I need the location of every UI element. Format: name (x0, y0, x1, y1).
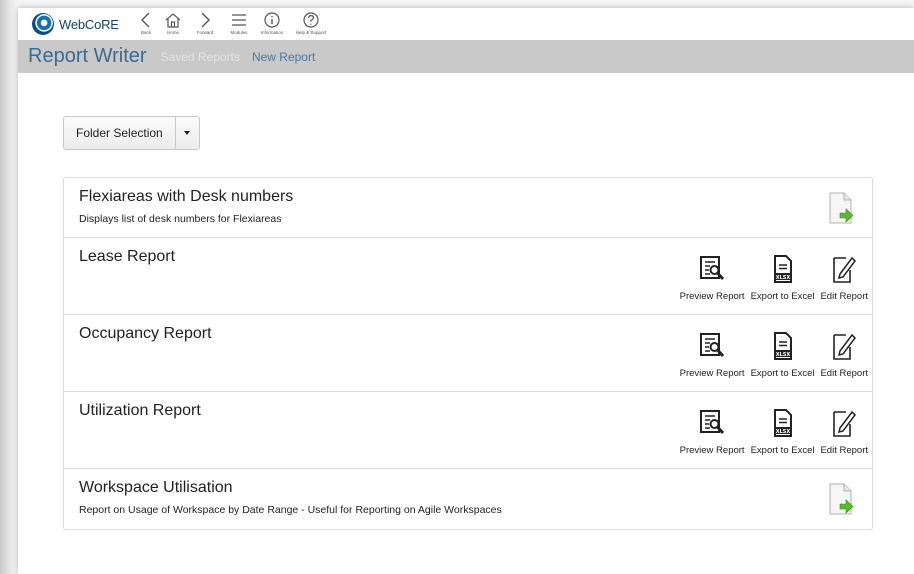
preview-report-label: Preview Report (679, 291, 745, 302)
webcore-logo[interactable]: WebCoRE (32, 13, 119, 35)
report-title[interactable]: Workspace Utilisation (79, 479, 233, 497)
new-report-link[interactable]: New Report (252, 50, 315, 64)
modules-button[interactable]: Modules (223, 11, 255, 38)
home-icon (165, 13, 181, 28)
export-excel-button[interactable]: XLSX Export to Excel (750, 407, 815, 456)
information-label: Information (260, 30, 284, 35)
saved-reports-link[interactable]: Saved Reports (161, 50, 240, 64)
export-excel-button[interactable]: XLSX Export to Excel (750, 253, 815, 302)
logo-mark-icon (32, 13, 54, 35)
report-title[interactable]: Utilization Report (79, 402, 201, 420)
top-toolbar: WebCoRE Back Home Forward Modules Inform… (18, 8, 914, 40)
report-description: Displays list of desk numbers for Flexia… (79, 213, 282, 225)
report-title[interactable]: Occupancy Report (79, 325, 212, 343)
app-name: WebCoRE (59, 16, 119, 32)
report-actions: Preview Report XLSX Export to Excel Edit… (674, 253, 868, 302)
report-row-occupancy: Occupancy Report Preview Report XLSX Exp… (64, 315, 872, 392)
preview-report-label: Preview Report (679, 368, 745, 379)
edit-report-button[interactable]: Edit Report (820, 253, 868, 302)
forward-button[interactable]: Forward (189, 11, 221, 38)
modules-label: Modules (230, 30, 248, 35)
xlsx-file-icon: XLSX (773, 409, 792, 437)
export-excel-button[interactable]: XLSX Export to Excel (750, 330, 815, 379)
xlsx-badge: XLSX (775, 275, 790, 281)
xlsx-file-icon: XLSX (773, 255, 792, 283)
report-row-lease: Lease Report Preview Report XLSX Export … (64, 238, 872, 315)
preview-report-icon (700, 410, 725, 435)
preview-report-icon (700, 333, 725, 358)
preview-report-button[interactable]: Preview Report (680, 407, 745, 456)
page-title: Report Writer (28, 45, 147, 67)
caret-down-icon (184, 131, 191, 135)
edit-report-label: Edit Report (820, 445, 868, 456)
report-list: Flexiareas with Desk numbers Displays li… (63, 177, 873, 530)
export-excel-label: Export to Excel (750, 368, 815, 379)
info-icon (264, 12, 280, 28)
preview-report-button[interactable]: Preview Report (680, 330, 745, 379)
help-support-label: Help & Support (295, 30, 327, 35)
edit-report-icon (833, 256, 857, 283)
edit-report-button[interactable]: Edit Report (820, 407, 868, 456)
information-button[interactable]: Information (256, 11, 288, 38)
export-excel-label: Export to Excel (750, 445, 815, 456)
export-excel-label: Export to Excel (750, 291, 815, 302)
help-support-button[interactable]: Help & Support (295, 11, 327, 38)
edit-report-icon (833, 410, 857, 437)
edit-report-label: Edit Report (820, 291, 868, 302)
xlsx-badge: XLSX (775, 429, 790, 435)
preview-report-icon (700, 256, 725, 281)
report-row-workspace-utilisation: Workspace Utilisation Report on Usage of… (64, 469, 872, 529)
forward-label: Forward (196, 30, 214, 35)
edit-report-label: Edit Report (820, 368, 868, 379)
folder-selection-button[interactable]: Folder Selection (64, 117, 175, 149)
folder-selection-dropdown: Folder Selection (63, 116, 200, 150)
preview-report-button[interactable]: Preview Report (680, 253, 745, 302)
report-actions: Preview Report XLSX Export to Excel Edit… (674, 330, 868, 379)
report-title[interactable]: Lease Report (79, 248, 175, 266)
chevron-left-icon (141, 12, 150, 28)
report-row-flexiareas: Flexiareas with Desk numbers Displays li… (64, 178, 872, 238)
app-window: WebCoRE Back Home Forward Modules Inform… (18, 8, 914, 574)
report-row-utilization: Utilization Report Preview Report XLSX E… (64, 392, 872, 469)
home-label: Home (166, 30, 179, 35)
xlsx-badge: XLSX (775, 352, 790, 358)
xlsx-file-icon: XLSX (773, 332, 792, 360)
edit-report-icon (833, 333, 857, 360)
menu-icon (232, 14, 246, 26)
edit-report-button[interactable]: Edit Report (820, 330, 868, 379)
run-report-icon[interactable] (828, 192, 854, 224)
report-description: Report on Usage of Workspace by Date Ran… (79, 504, 502, 516)
report-title[interactable]: Flexiareas with Desk numbers (79, 188, 293, 206)
preview-report-label: Preview Report (679, 445, 745, 456)
folder-selection-toggle[interactable] (174, 117, 199, 149)
help-icon (303, 12, 319, 28)
back-label: Back (140, 30, 151, 35)
run-report-icon[interactable] (828, 483, 854, 515)
chevron-right-icon (201, 12, 210, 28)
header-bar: Report Writer Saved Reports New Report (18, 40, 914, 73)
home-button[interactable]: Home (157, 11, 189, 38)
report-actions: Preview Report XLSX Export to Excel Edit… (674, 407, 868, 456)
